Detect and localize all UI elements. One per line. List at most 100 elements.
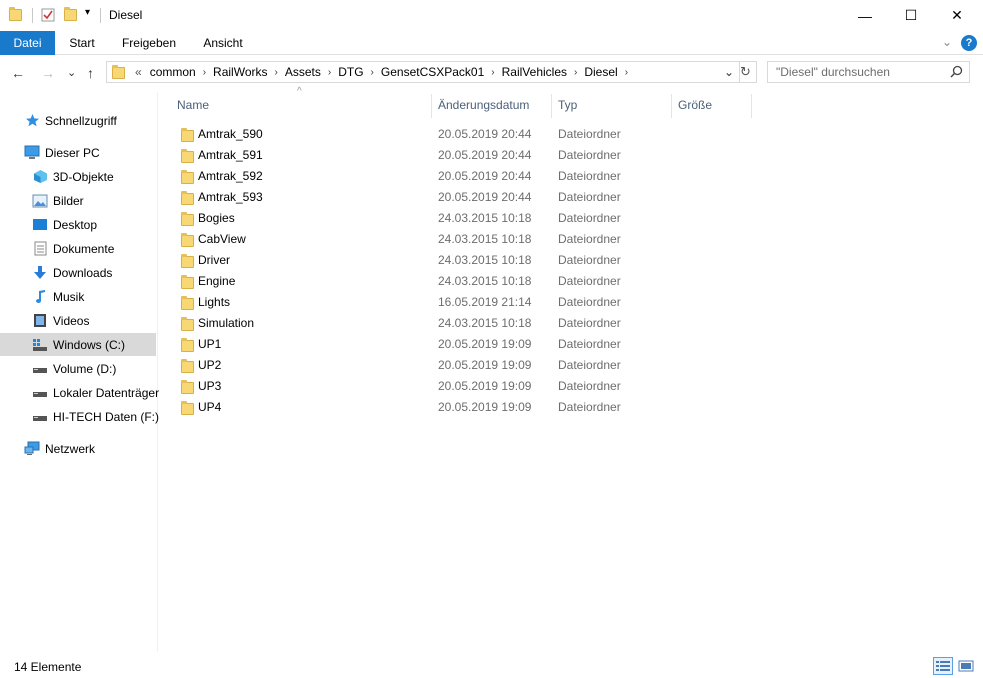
chevron-right-icon[interactable]: › (325, 67, 334, 78)
sidebar-item-desktop[interactable]: Desktop (32, 213, 97, 236)
chevron-right-icon[interactable]: › (272, 67, 281, 78)
details-view-button[interactable] (933, 657, 953, 675)
breadcrumb-overflow[interactable]: « (131, 65, 146, 79)
chevron-right-icon[interactable]: › (622, 67, 631, 78)
tab-datei[interactable]: Datei (0, 31, 55, 55)
table-row[interactable]: Simulation 24.03.2015 10:18 Dateiordner (177, 313, 777, 334)
file-name: Lights (198, 295, 231, 309)
tab-ansicht[interactable]: Ansicht (194, 31, 252, 55)
table-row[interactable]: Amtrak_592 20.05.2019 20:44 Dateiordner (177, 166, 777, 187)
table-row[interactable]: UP1 20.05.2019 19:09 Dateiordner (177, 334, 777, 355)
table-row[interactable]: UP4 20.05.2019 19:09 Dateiordner (177, 397, 777, 418)
breadcrumb-gensetcsxpack01[interactable]: GensetCSXPack01 (377, 65, 488, 79)
folder-icon (181, 233, 194, 247)
computer-icon (24, 145, 40, 161)
breadcrumb-common[interactable]: common (146, 65, 200, 79)
table-row[interactable]: Amtrak_590 20.05.2019 20:44 Dateiordner (177, 124, 777, 145)
column-header-name[interactable]: Name (177, 92, 209, 118)
chevron-right-icon[interactable]: › (368, 67, 377, 78)
sidebar-item-label: Lokaler Datenträger (53, 385, 160, 400)
column-divider[interactable] (671, 94, 672, 118)
file-date: 24.03.2015 10:18 (438, 316, 532, 330)
folder-icon (181, 359, 194, 373)
file-date: 20.05.2019 20:44 (438, 190, 532, 204)
sidebar-item-dokumente[interactable]: Dokumente (32, 237, 114, 260)
sidebar-item-windows-c[interactable]: Windows (C:) (0, 333, 156, 356)
maximize-button[interactable]: ☐ (888, 0, 934, 31)
tab-start[interactable]: Start (60, 31, 104, 55)
breadcrumb-railworks[interactable]: RailWorks (209, 65, 271, 79)
breadcrumb-diesel[interactable]: Diesel (580, 65, 621, 79)
breadcrumb-railvehicles[interactable]: RailVehicles (498, 65, 571, 79)
file-type: Dateiordner (558, 127, 621, 141)
table-row[interactable]: CabView 24.03.2015 10:18 Dateiordner (177, 229, 777, 250)
tab-freigeben[interactable]: Freigeben (114, 31, 184, 55)
new-folder-icon[interactable] (64, 7, 77, 21)
sidebar-item-volume-d[interactable]: Volume (D:) (32, 357, 116, 380)
search-input[interactable]: "Diesel" durchsuchen (767, 61, 970, 83)
sidebar-item-schnellzugriff[interactable]: Schnellzugriff (24, 109, 117, 132)
search-icon[interactable] (950, 65, 963, 81)
sidebar-item-bilder[interactable]: Bilder (32, 189, 84, 212)
large-icons-view-button[interactable] (956, 657, 976, 675)
sidebar-item-lokaler-datentraeger[interactable]: Lokaler Datenträger (32, 381, 159, 404)
file-date: 20.05.2019 19:09 (438, 400, 532, 414)
sidebar-item-videos[interactable]: Videos (32, 309, 89, 332)
drive-icon (32, 361, 48, 377)
breadcrumb-assets[interactable]: Assets (281, 65, 325, 79)
column-divider[interactable] (751, 94, 752, 118)
document-icon (32, 241, 48, 257)
music-icon (32, 289, 48, 305)
file-type: Dateiordner (558, 316, 621, 330)
sidebar-item-hi-tech-daten-f[interactable]: HI-TECH Daten (F:) (32, 405, 159, 428)
column-divider[interactable] (431, 94, 432, 118)
file-type: Dateiordner (558, 148, 621, 162)
sidebar-item-downloads[interactable]: Downloads (32, 261, 112, 284)
table-row[interactable]: Driver 24.03.2015 10:18 Dateiordner (177, 250, 777, 271)
sidebar-item-label: Musik (53, 289, 85, 304)
table-row[interactable]: Amtrak_593 20.05.2019 20:44 Dateiordner (177, 187, 777, 208)
sidebar-item-label: Downloads (53, 265, 113, 280)
breadcrumb-dtg[interactable]: DTG (334, 65, 367, 79)
chevron-right-icon[interactable]: › (571, 67, 580, 78)
refresh-icon[interactable]: ↻ (740, 64, 751, 80)
table-row[interactable]: Engine 24.03.2015 10:18 Dateiordner (177, 271, 777, 292)
address-dropdown-icon[interactable]: ⌄ (724, 65, 734, 79)
forward-button[interactable]: → (41, 65, 55, 81)
table-row[interactable]: Amtrak_591 20.05.2019 20:44 Dateiordner (177, 145, 777, 166)
sidebar-item-label: Schnellzugriff (45, 113, 117, 128)
folder-icon (181, 170, 194, 184)
recent-locations-button[interactable]: ⌄ (67, 66, 76, 79)
column-header-date[interactable]: Änderungsdatum (438, 92, 529, 118)
customize-toolbar-icon[interactable]: ▾ (85, 7, 90, 18)
sidebar-item-netzwerk[interactable]: Netzwerk (24, 437, 95, 460)
pictures-icon (32, 193, 48, 209)
table-row[interactable]: UP2 20.05.2019 19:09 Dateiordner (177, 355, 777, 376)
help-icon[interactable]: ? (961, 35, 977, 51)
up-button[interactable]: ↑ (87, 65, 94, 81)
sidebar-item-dieser-pc[interactable]: Dieser PC (24, 141, 100, 164)
large-icons-view-icon (958, 660, 974, 672)
table-row[interactable]: UP3 20.05.2019 19:09 Dateiordner (177, 376, 777, 397)
column-header-type[interactable]: Typ (558, 92, 577, 118)
properties-icon[interactable] (41, 8, 55, 25)
table-row[interactable]: Lights 16.05.2019 21:14 Dateiordner (177, 292, 777, 313)
file-list: ^ Name Änderungsdatum Typ Größe Amtrak_5… (160, 86, 983, 652)
minimize-button[interactable]: — (842, 0, 888, 31)
folder-icon (181, 128, 194, 142)
address-bar[interactable]: « common › RailWorks › Assets › DTG › Ge… (106, 61, 757, 83)
close-button[interactable]: ✕ (934, 0, 980, 31)
chevron-right-icon[interactable]: › (200, 67, 209, 78)
file-date: 20.05.2019 19:09 (438, 358, 532, 372)
column-header-size[interactable]: Größe (678, 92, 712, 118)
chevron-right-icon[interactable]: › (488, 67, 497, 78)
expand-ribbon-icon[interactable]: ⌄ (942, 35, 952, 49)
navigation-pane: Schnellzugriff Dieser PC 3D-Objekte Bild… (0, 92, 159, 652)
sidebar-item-3d-objekte[interactable]: 3D-Objekte (32, 165, 114, 188)
file-name: Simulation (198, 316, 255, 330)
back-button[interactable]: ← (11, 65, 25, 81)
file-type: Dateiordner (558, 379, 621, 393)
sidebar-item-musik[interactable]: Musik (32, 285, 84, 308)
column-divider[interactable] (551, 94, 552, 118)
table-row[interactable]: Bogies 24.03.2015 10:18 Dateiordner (177, 208, 777, 229)
